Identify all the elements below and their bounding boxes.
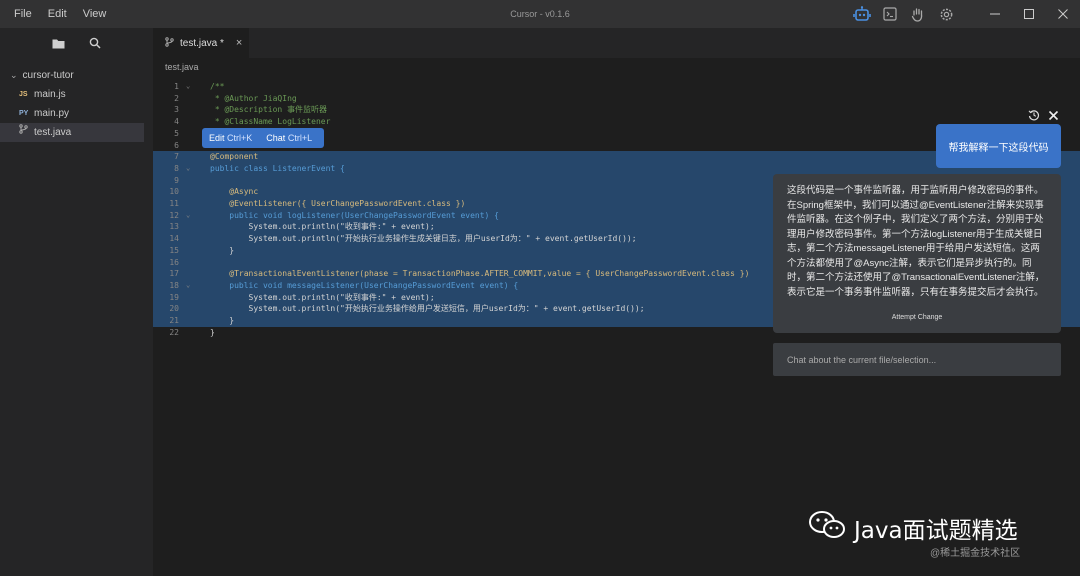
line-number: 6 <box>174 140 179 150</box>
line-number: 18 <box>169 280 179 290</box>
branch-icon <box>19 123 29 142</box>
menu-view[interactable]: View <box>75 0 115 28</box>
maximize-button[interactable] <box>1012 0 1046 28</box>
line-number: 5 <box>174 128 179 138</box>
chevron-down-icon: ⌄ <box>10 70 18 80</box>
sidebar: ⌄ cursor-tutor JS main.js PY main.py tes… <box>0 28 153 576</box>
line-number: 7 <box>174 152 179 162</box>
line-number: 20 <box>169 304 179 314</box>
folder-cursor-tutor[interactable]: ⌄ cursor-tutor <box>0 66 153 85</box>
line-number: 22 <box>169 327 179 337</box>
code-text: public class ListenerEvent { <box>210 163 345 173</box>
code-text: * @Description 事件监听器 <box>210 105 328 115</box>
code-line[interactable]: 1 ⌄ /** <box>153 81 1080 93</box>
code-text: System.out.println("收到事件:" + event); <box>210 292 435 302</box>
watermark-title: Java面试题精选 <box>854 517 1018 544</box>
minimize-button[interactable] <box>978 0 1012 28</box>
code-text: /** <box>210 82 225 91</box>
line-number: 15 <box>169 245 179 255</box>
line-number: 11 <box>169 199 179 208</box>
fold-chevron-icon[interactable]: ⌄ <box>186 280 190 292</box>
title-bar: File Edit View Cursor - v0.1.6 <box>0 0 1080 28</box>
line-number: 4 <box>174 117 179 127</box>
line-number: 12 <box>169 210 179 220</box>
fold-chevron-icon[interactable]: ⌄ <box>186 163 190 175</box>
file-main-py[interactable]: PY main.py <box>0 104 144 123</box>
fold-chevron-icon[interactable]: ⌄ <box>186 81 190 93</box>
file-label: test.java <box>34 127 72 138</box>
code-text: * @Author JiaQIng <box>210 93 297 103</box>
line-number: 3 <box>174 105 179 115</box>
code-text: System.out.println("开始执行业务操作生成关键日志，用户use… <box>210 234 637 244</box>
assistant-answer: 这段代码是一个事件监听器，用于监听用户修改密码的事件。在Spring框架中，我们… <box>773 174 1061 333</box>
line-number: 17 <box>169 269 179 279</box>
code-text: } <box>210 316 235 325</box>
line-number: 14 <box>169 234 179 244</box>
line-number: 19 <box>169 292 179 302</box>
tab-bar: test.java * × <box>153 28 1080 58</box>
line-number: 13 <box>169 222 179 232</box>
code-line[interactable]: 2 * @Author JiaQIng <box>153 93 1080 105</box>
file-label: main.py <box>34 108 70 119</box>
tab-label: test.java * <box>180 37 224 49</box>
watermark-subtitle: @稀土掘金技术社区 <box>930 548 1021 559</box>
file-test-java[interactable]: test.java <box>0 123 144 142</box>
code-text: public void messageListener(UserChangePa… <box>210 280 519 290</box>
watermark: Java面试题精选 <box>808 510 1018 545</box>
line-number: 10 <box>169 187 179 197</box>
tab-test-java[interactable]: test.java * × <box>153 28 249 58</box>
code-text: @TransactionalEventListener(phase = Tran… <box>210 269 750 279</box>
user-message-bubble: 帮我解释一下这段代码 <box>936 124 1061 168</box>
line-number: 21 <box>169 316 179 325</box>
branch-icon <box>165 36 174 50</box>
wechat-icon <box>808 510 846 545</box>
code-text: * @ClassName LogListener <box>210 117 331 127</box>
answer-text: 这段代码是一个事件监听器，用于监听用户修改密码的事件。在Spring框架中，我们… <box>787 185 1045 298</box>
code-line[interactable]: 3 * @Description 事件监听器 <box>153 104 1080 116</box>
robot-icon[interactable] <box>851 3 873 25</box>
line-number: 1 <box>174 82 179 91</box>
js-file-icon: JS <box>19 91 28 98</box>
code-text: System.out.println("开始执行业务操作给用户发送短信，用户us… <box>210 304 645 314</box>
hand-icon[interactable] <box>907 3 929 25</box>
breadcrumb: test.java <box>153 58 1080 76</box>
files-icon[interactable] <box>49 33 69 53</box>
code-text: } <box>210 245 235 255</box>
code-text: } <box>210 327 215 337</box>
line-number: 9 <box>174 175 179 185</box>
chat-action[interactable]: Chat Ctrl+L <box>266 133 312 143</box>
close-window-button[interactable] <box>1046 0 1080 28</box>
file-main-js[interactable]: JS main.js <box>0 85 144 104</box>
code-text: @EventListener({ UserChangePasswordEvent… <box>210 199 466 208</box>
menu-edit[interactable]: Edit <box>40 0 75 28</box>
menu-file[interactable]: File <box>6 0 40 28</box>
terminal-icon[interactable] <box>879 3 901 25</box>
chat-input[interactable] <box>773 343 1061 376</box>
menu-bar: File Edit View <box>6 0 114 28</box>
gear-icon[interactable] <box>935 3 957 25</box>
fold-chevron-icon[interactable]: ⌄ <box>186 210 190 222</box>
line-number: 2 <box>174 93 179 103</box>
code-text: @Async <box>210 187 259 197</box>
code-text: @Component <box>210 152 259 162</box>
line-number: 8 <box>174 163 179 173</box>
line-number: 16 <box>169 257 179 267</box>
code-text: System.out.println("收到事件:" + event); <box>210 222 435 232</box>
close-icon[interactable]: × <box>236 37 242 49</box>
folder-label: cursor-tutor <box>22 70 74 81</box>
py-file-icon: PY <box>19 110 29 117</box>
code-text: public void logListener(UserChangePasswo… <box>210 210 499 220</box>
inline-action-popup: Edit Ctrl+K Chat Ctrl+L <box>202 128 324 148</box>
edit-action[interactable]: Edit Ctrl+K <box>209 133 252 143</box>
file-label: main.js <box>34 89 66 100</box>
search-icon[interactable] <box>85 33 105 53</box>
attempt-change-button[interactable]: Attempt Change <box>773 314 1061 321</box>
